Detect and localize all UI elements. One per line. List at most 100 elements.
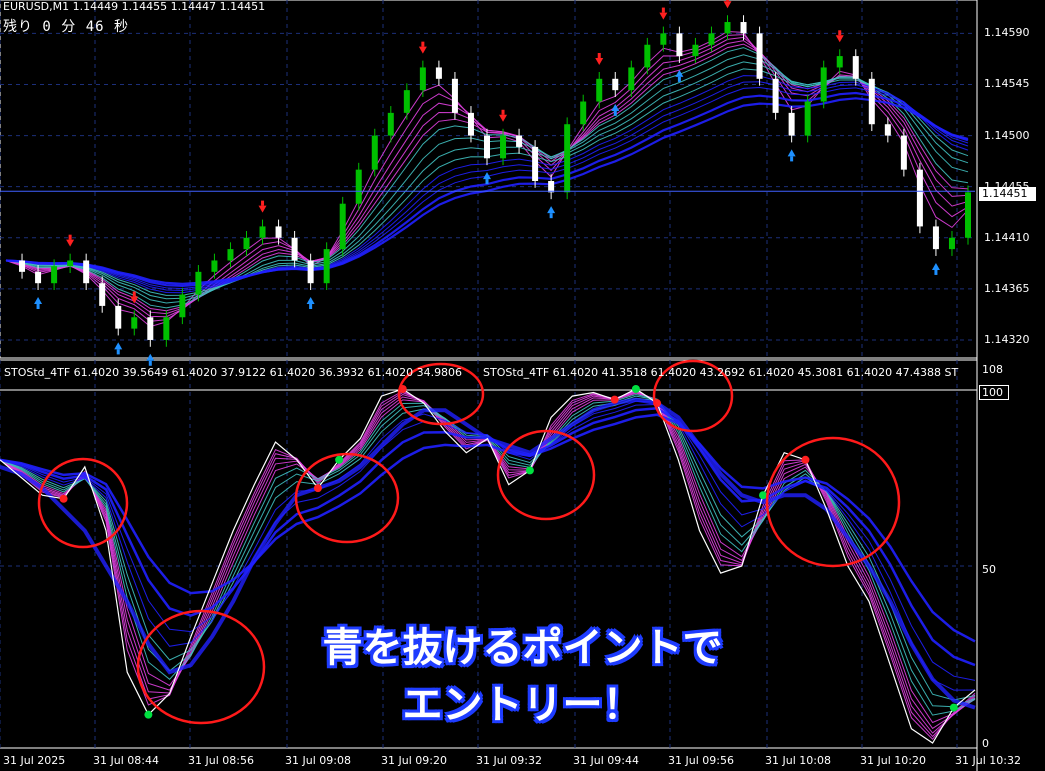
candle-body xyxy=(516,135,523,147)
price-tick-label: 1.14410 xyxy=(984,230,1030,244)
buy-arrow-stem xyxy=(116,349,120,355)
price-tick-label: 1.14365 xyxy=(984,281,1030,295)
candle-body xyxy=(884,124,891,136)
buy-arrow xyxy=(306,297,315,305)
candle-body xyxy=(484,135,490,159)
candle-body xyxy=(243,237,250,250)
sell-arrow xyxy=(723,1,732,9)
sell-arrow-stem xyxy=(661,7,665,13)
candle-body xyxy=(275,226,282,238)
sell-arrow xyxy=(835,35,844,43)
buy-arrow-stem xyxy=(309,304,313,310)
candle-body xyxy=(195,271,202,295)
candle-body xyxy=(83,260,90,284)
time-tick-label: 31 Jul 08:44 xyxy=(93,754,159,767)
symbol-info: EURUSD,M1 1.14449 1.14455 1.14447 1.1445… xyxy=(3,0,266,13)
indicator-tick-0: 0 xyxy=(982,737,989,750)
price-tick-label: 1.14320 xyxy=(984,332,1030,346)
candle-body xyxy=(676,33,683,57)
sell-arrow xyxy=(418,46,427,54)
sell-arrow xyxy=(659,12,668,20)
candle-body xyxy=(387,112,394,136)
candle-body xyxy=(548,181,555,193)
candle-body xyxy=(852,56,859,79)
time-tick-label: 31 Jul 08:56 xyxy=(188,754,254,767)
overlay-caption-line2: エントリー！ xyxy=(402,682,643,728)
buy-arrow xyxy=(34,297,43,305)
candle-body xyxy=(227,249,234,261)
sell-arrow-stem xyxy=(261,200,265,206)
buy-arrow xyxy=(931,262,940,270)
indicator-signal-dot xyxy=(525,466,534,475)
buy-arrow-stem xyxy=(677,76,681,82)
sell-arrow-stem xyxy=(68,234,72,240)
candle-body xyxy=(788,112,795,136)
buy-arrow xyxy=(547,206,556,214)
candle-body xyxy=(355,169,362,204)
candle-body xyxy=(740,22,747,34)
indicator-tick-50: 50 xyxy=(982,563,996,576)
candle-body xyxy=(724,22,731,34)
indicator-ribbon-line xyxy=(0,413,976,643)
indicator-signal-dot xyxy=(313,484,322,493)
candle-body xyxy=(868,78,875,125)
candle-body xyxy=(628,67,635,91)
time-tick-label: 31 Jul 2025 xyxy=(3,754,66,767)
price-tick-label: 1.14545 xyxy=(984,77,1030,91)
price-ribbon-line xyxy=(5,86,969,290)
indicator-tick-100: 100 xyxy=(979,385,1009,400)
candle-body xyxy=(435,67,442,79)
indicator-label-right: STOStd_4TF 61.4020 41.3518 61.4020 43.26… xyxy=(483,366,959,379)
candle-body xyxy=(612,78,619,91)
candle-body xyxy=(916,169,923,227)
buy-arrow-stem xyxy=(790,156,794,162)
candle-body xyxy=(35,271,42,284)
indicator-tick-108: 108 xyxy=(982,363,1003,376)
sell-arrow-stem xyxy=(501,109,505,115)
candle-body xyxy=(147,317,154,340)
candle-body xyxy=(51,266,58,284)
indicator-signal-dot xyxy=(610,395,619,404)
candle-body xyxy=(692,44,699,57)
candle-body xyxy=(323,249,330,284)
time-tick-label: 31 Jul 09:44 xyxy=(573,754,639,767)
candle-body xyxy=(291,237,298,261)
candle-body xyxy=(532,146,539,181)
buy-arrow xyxy=(114,342,123,350)
candle-body xyxy=(179,294,186,318)
candle-body xyxy=(500,135,507,159)
candle-body xyxy=(131,317,138,329)
candle-body xyxy=(259,226,266,238)
price-ribbon-line xyxy=(5,81,969,292)
buy-arrow-stem xyxy=(934,269,938,275)
candle-body xyxy=(756,33,763,79)
buy-arrow-stem xyxy=(36,304,40,310)
overlay-caption-line1: 青を抜けるポイントで xyxy=(322,625,723,671)
candle-body xyxy=(596,78,603,102)
candle-body xyxy=(564,124,571,193)
candle-body xyxy=(900,135,907,170)
candle-body xyxy=(99,283,106,306)
sell-arrow xyxy=(258,205,267,213)
candle-body xyxy=(339,203,346,250)
trading-chart-window[interactable]: EURUSD,M1 1.14449 1.14455 1.14447 1.1445… xyxy=(0,0,1045,771)
candle-body xyxy=(644,44,651,68)
candle-body xyxy=(772,78,779,113)
candle-body xyxy=(804,101,811,136)
buy-arrow-stem xyxy=(549,213,553,219)
candle-body xyxy=(307,260,314,284)
buy-arrow xyxy=(787,149,796,157)
price-panel xyxy=(0,0,975,366)
buy-arrow xyxy=(146,353,155,361)
candle-body xyxy=(948,237,955,250)
price-ribbon-line xyxy=(5,91,969,288)
sell-arrow-stem xyxy=(597,52,601,58)
sell-arrow-stem xyxy=(421,41,425,47)
candle-body xyxy=(660,33,667,45)
indicator-signal-dot xyxy=(631,385,640,393)
candle-body xyxy=(19,260,26,272)
indicator-signal-dot xyxy=(759,491,768,500)
candle-body xyxy=(580,101,587,125)
indicator-signal-dot xyxy=(801,455,810,464)
current-price-label: 1.14451 xyxy=(979,187,1036,201)
